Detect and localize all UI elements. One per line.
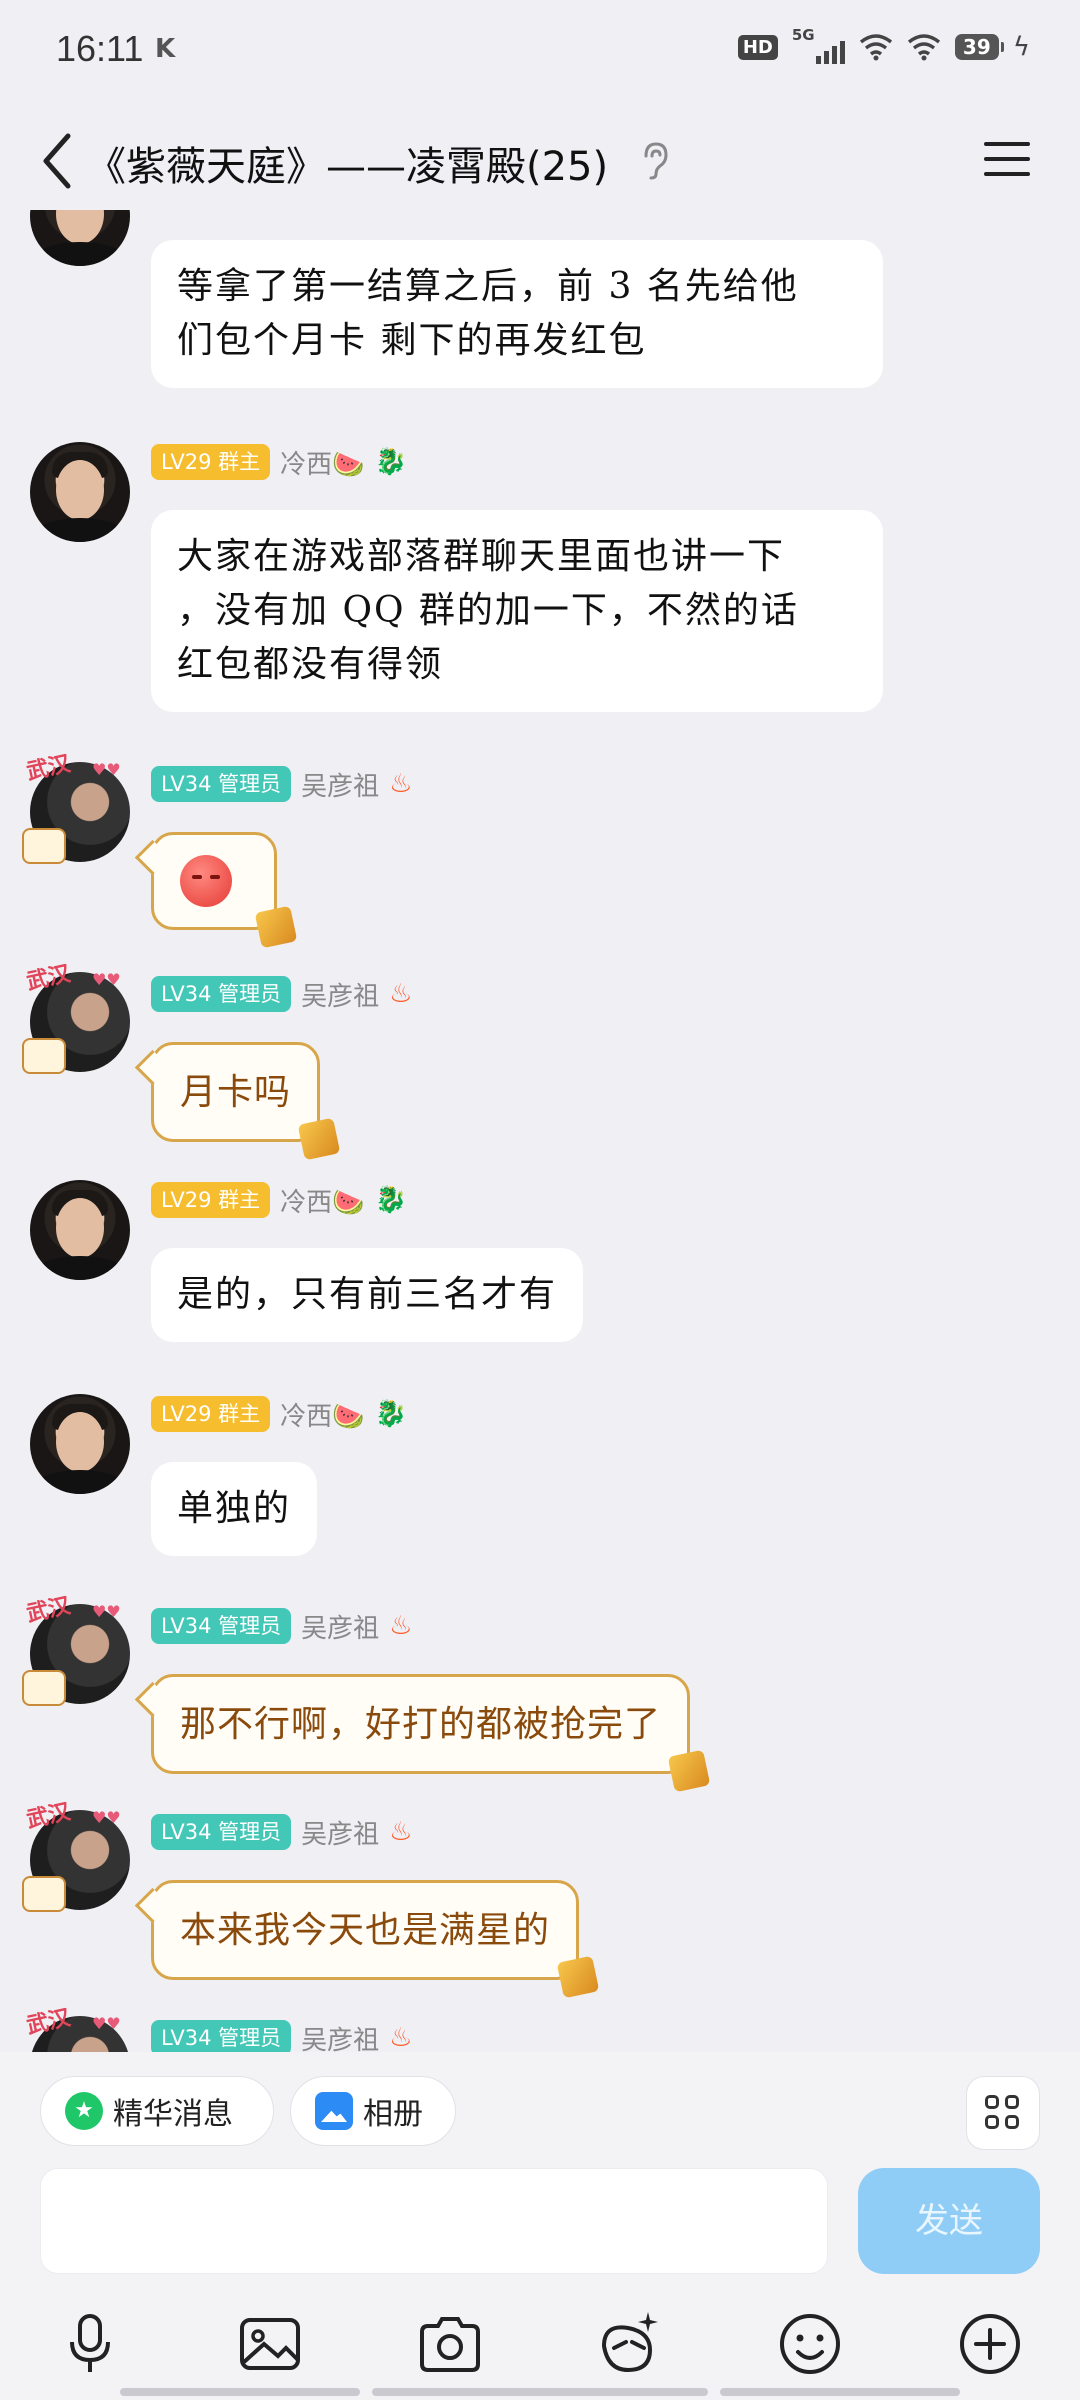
avatar[interactable]: 武汉 ♥♥ bbox=[22, 752, 130, 864]
gesture-bar bbox=[120, 2388, 360, 2396]
microphone-icon[interactable] bbox=[52, 2306, 128, 2382]
sender-name[interactable]: 吴彦祖 bbox=[301, 2020, 379, 2053]
sender-name[interactable]: 冷西🍉 bbox=[280, 1396, 364, 1433]
gesture-bar bbox=[372, 2388, 708, 2396]
message-meta: LV34 管理员 吴彦祖 ♨ bbox=[151, 976, 412, 1012]
ear-icon[interactable] bbox=[636, 140, 672, 180]
send-button[interactable]: 发送 bbox=[858, 2168, 1040, 2274]
flame-icon: ♨ bbox=[389, 769, 413, 799]
level-badge: LV34 管理员 bbox=[151, 1814, 292, 1850]
dragon-icon: 🐉 bbox=[374, 447, 407, 477]
plus-icon[interactable] bbox=[952, 2306, 1028, 2382]
sender-name[interactable]: 吴彦祖 bbox=[301, 766, 379, 803]
level-badge: LV34 管理员 bbox=[151, 766, 292, 802]
sender-name[interactable]: 冷西🍉 bbox=[280, 444, 364, 481]
level-badge: LV29 群主 bbox=[151, 444, 271, 480]
message-bubble[interactable]: 单独的 bbox=[151, 1462, 318, 1556]
dragon-icon: 🐉 bbox=[374, 1399, 407, 1429]
level-badge: LV34 管理员 bbox=[151, 1608, 292, 1644]
menu-icon[interactable] bbox=[980, 132, 1034, 186]
sender-name[interactable]: 吴彦祖 bbox=[301, 1608, 379, 1645]
level-badge: LV34 管理员 bbox=[151, 976, 292, 1012]
message-bubble[interactable]: 本来我今天也是满星的 bbox=[151, 1880, 600, 1999]
essence-messages-button[interactable]: 精华消息 bbox=[40, 2076, 274, 2146]
message-bubble[interactable] bbox=[151, 832, 298, 949]
sender-name[interactable]: 冷西🍉 bbox=[280, 1182, 364, 1219]
charging-icon: ϟ bbox=[1012, 32, 1030, 62]
message-meta: LV34 管理员 吴彦祖 ♨ bbox=[151, 1814, 412, 1850]
avatar[interactable] bbox=[30, 442, 130, 542]
input-panel: 精华消息 相册 发送 bbox=[0, 2052, 1080, 2400]
message-bubble[interactable]: 月卡吗 bbox=[151, 1042, 341, 1161]
avatar[interactable] bbox=[30, 210, 130, 266]
message-meta: LV34 管理员 吴彦祖 ♨ bbox=[151, 2020, 412, 2052]
message-bubble[interactable]: 大家在游戏部落群聊天里面也讲一下 ，没有加 QQ 群的加一下，不然的话 红包都没… bbox=[151, 510, 883, 712]
dragon-icon: 🐉 bbox=[374, 1185, 407, 1215]
level-badge: LV34 管理员 bbox=[151, 2020, 292, 2052]
message-input[interactable] bbox=[40, 2168, 828, 2274]
avatar[interactable]: 武汉 ♥♥ bbox=[24, 2006, 130, 2052]
level-badge: LV29 群主 bbox=[151, 1182, 271, 1218]
message-meta: LV29 群主 冷西🍉 🐉 bbox=[151, 444, 407, 480]
album-button[interactable]: 相册 bbox=[290, 2076, 456, 2146]
message-bubble[interactable]: 那不行啊，好打的都被抢完了 bbox=[151, 1674, 711, 1793]
message-bubble[interactable]: 等拿了第一结算之后，前 3 名先给他 们包个月卡 剩下的再发红包 bbox=[151, 240, 883, 388]
flame-icon: ♨ bbox=[389, 1817, 413, 1847]
message-bubble[interactable]: 是的，只有前三名才有 bbox=[151, 1248, 584, 1342]
flame-icon: ♨ bbox=[389, 979, 413, 1009]
wifi-icon-2 bbox=[907, 34, 940, 61]
avatar[interactable] bbox=[30, 1180, 130, 1280]
level-badge: LV29 群主 bbox=[151, 1396, 271, 1432]
avatar[interactable]: 武汉 ♥♥ bbox=[22, 1594, 130, 1706]
apps-grid-button[interactable] bbox=[966, 2076, 1040, 2150]
avatar[interactable] bbox=[30, 1394, 130, 1494]
input-toolbar bbox=[0, 2306, 1080, 2386]
battery-icon: 39 bbox=[954, 34, 1004, 60]
group-title[interactable]: 《紫薇天庭》——凌霄殿(25) bbox=[86, 134, 608, 192]
flame-icon: ♨ bbox=[389, 1611, 413, 1641]
avatar[interactable]: 武汉 ♥♥ bbox=[22, 1800, 130, 1912]
wifi-icon bbox=[859, 34, 892, 61]
message-meta: LV34 管理员 吴彦祖 ♨ bbox=[151, 1608, 412, 1644]
message-meta: LV29 群主 冷西🍉 🐉 bbox=[151, 1396, 407, 1432]
message-meta: LV34 管理员 吴彦祖 ♨ bbox=[151, 766, 412, 802]
message-list[interactable]: 等拿了第一结算之后，前 3 名先给他 们包个月卡 剩下的再发红包 LV29 群主… bbox=[0, 210, 1080, 2052]
message-meta: LV29 群主 冷西🍉 🐉 bbox=[151, 1182, 407, 1218]
camera-icon[interactable] bbox=[412, 2306, 488, 2382]
status-bar: 16:11 K HD 5G 39 ϟ bbox=[0, 0, 1080, 100]
chat-header: 《紫薇天庭》——凌霄殿(25) bbox=[0, 110, 1080, 210]
status-time: 16:11 bbox=[56, 28, 144, 69]
hd-icon: HD bbox=[737, 34, 778, 60]
sender-name[interactable]: 吴彦祖 bbox=[301, 1814, 379, 1851]
star-icon bbox=[65, 2092, 103, 2130]
emoji-icon[interactable] bbox=[772, 2306, 848, 2382]
sender-name[interactable]: 吴彦祖 bbox=[301, 976, 379, 1013]
gesture-bar bbox=[720, 2388, 960, 2396]
back-arrow-icon[interactable] bbox=[30, 126, 90, 196]
signal-5g-icon: 5G bbox=[792, 26, 845, 64]
pensive-face-emoji bbox=[180, 855, 232, 907]
magic-sticker-icon[interactable] bbox=[590, 2306, 666, 2382]
album-icon bbox=[315, 2092, 353, 2130]
avatar[interactable]: 武汉 ♥♥ bbox=[22, 962, 130, 1074]
carrier-k-icon: K bbox=[155, 34, 176, 64]
flame-icon: ♨ bbox=[389, 2023, 413, 2052]
image-icon[interactable] bbox=[232, 2306, 308, 2382]
